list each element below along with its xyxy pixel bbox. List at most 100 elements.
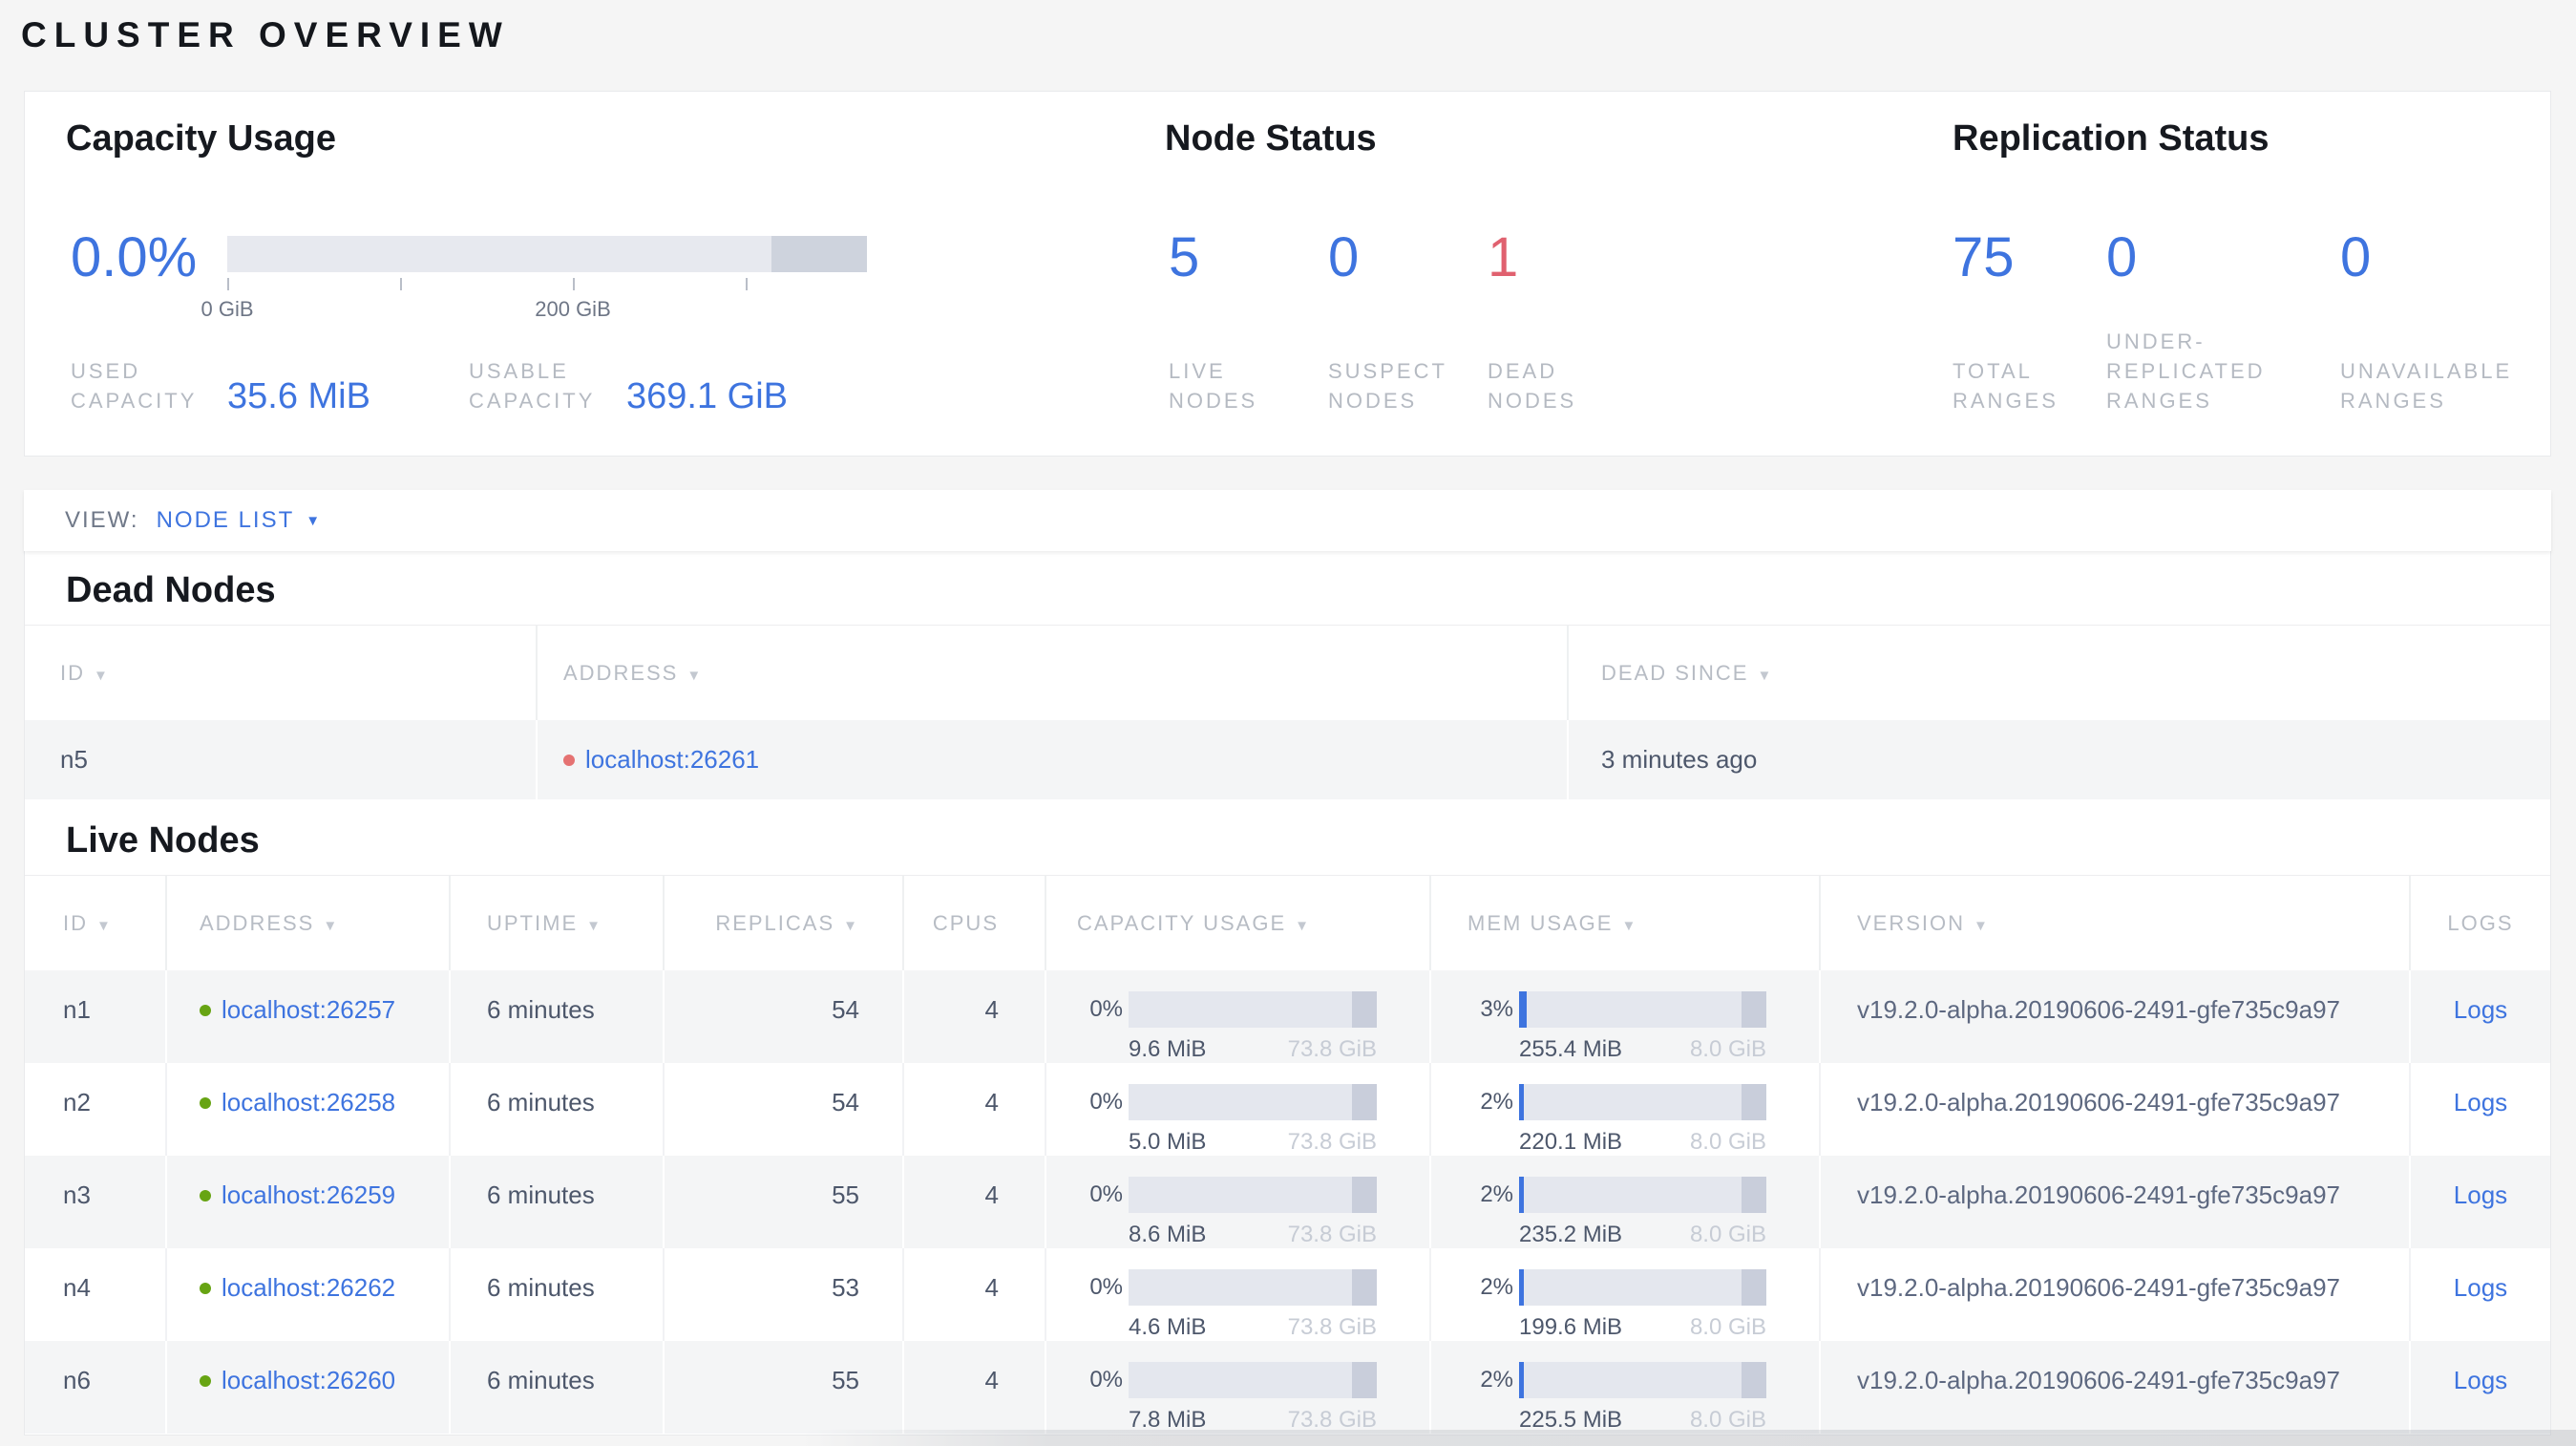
col-label: DEAD SINCE xyxy=(1601,660,1749,685)
logs-link[interactable]: Logs xyxy=(2454,1180,2507,1209)
dead-nodes-count: 1 xyxy=(1488,226,1519,288)
unavailable-ranges-count: 0 xyxy=(2340,226,2372,288)
col-mem-usage[interactable]: MEM USAGE ▼ xyxy=(1429,875,1819,970)
node-cpus: 4 xyxy=(902,1063,1045,1156)
mem-total: 8.0 GiB xyxy=(1689,1314,1766,1340)
mem-bar-fill xyxy=(1519,1362,1525,1398)
capacity-percent: 0% xyxy=(1089,1181,1123,1207)
node-address-link[interactable]: localhost:26262 xyxy=(222,1273,395,1302)
dead-node-address-link[interactable]: localhost:26261 xyxy=(585,745,759,774)
node-address-cell: localhost:26258 xyxy=(165,1063,449,1156)
capacity-bar xyxy=(1129,1177,1377,1213)
mem-bar-fill xyxy=(1519,1084,1525,1120)
col-label: REPLICAS xyxy=(715,910,835,935)
node-address-link[interactable]: localhost:26258 xyxy=(222,1088,395,1116)
view-label: VIEW: xyxy=(65,507,139,533)
col-id[interactable]: ID ▼ xyxy=(25,875,165,970)
node-id: n1 xyxy=(63,995,91,1024)
col-address[interactable]: ADDRESS ▼ xyxy=(165,875,449,970)
dead-col-id[interactable]: ID ▼ xyxy=(25,625,536,720)
col-label: MEM USAGE xyxy=(1467,910,1614,935)
capacity-percent: 0% xyxy=(1089,1089,1123,1115)
live-status-dot-icon xyxy=(200,1375,211,1387)
capacity-usage-title: Capacity Usage xyxy=(66,118,337,159)
used-capacity-value: 35.6 MiB xyxy=(227,376,370,416)
capacity-used: 5.0 MiB xyxy=(1129,1129,1207,1155)
dead-nodes-heading: Dead Nodes xyxy=(66,570,276,610)
usable-capacity-value: 369.1 GiB xyxy=(626,376,788,416)
capacity-used: 4.6 MiB xyxy=(1129,1314,1207,1340)
logs-link[interactable]: Logs xyxy=(2454,995,2507,1024)
dead-node-address-cell: localhost:26261 xyxy=(536,720,1567,799)
live-status-dot-icon xyxy=(200,1190,211,1201)
dead-col-dead-since[interactable]: DEAD SINCE ▼ xyxy=(1567,625,2550,720)
live-nodes-heading: Live Nodes xyxy=(66,820,260,861)
col-uptime[interactable]: UPTIME ▼ xyxy=(449,875,663,970)
live-node-row: n6 localhost:26260 6 minutes 55 4 0% 7.8… xyxy=(25,1341,2550,1434)
logs-link[interactable]: Logs xyxy=(2454,1088,2507,1116)
sort-arrow-icon: ▼ xyxy=(96,917,113,934)
capacity-bar xyxy=(1129,1084,1377,1120)
live-nodes-table: ID ▼ ADDRESS ▼ UPTIME ▼ REPLICAS ▼ CPUS CAPA… xyxy=(25,875,2550,1434)
mem-total: 8.0 GiB xyxy=(1689,1129,1766,1155)
node-cpus: 4 xyxy=(902,1156,1045,1248)
mem-bar-fill xyxy=(1519,1177,1525,1213)
capacity-percent: 0% xyxy=(1089,1274,1123,1300)
logs-link[interactable]: Logs xyxy=(2454,1366,2507,1394)
col-label: ID xyxy=(60,660,85,685)
mem-usage-widget: 2% 199.6 MiB 8.0 GiB xyxy=(1467,1248,1766,1341)
capacity-bar-endcap xyxy=(1352,991,1377,1028)
live-table-header-row: ID ▼ ADDRESS ▼ UPTIME ▼ REPLICAS ▼ CPUS CAPA… xyxy=(25,875,2550,970)
node-version: v19.2.0-alpha.20190606-2491-gfe735c9a97 xyxy=(1819,1156,2409,1248)
capacity-percent: 0% xyxy=(1089,996,1123,1022)
dead-node-dead-since: 3 minutes ago xyxy=(1567,720,2550,799)
dropdown-arrow-icon[interactable]: ▼ xyxy=(306,513,320,529)
node-address-link[interactable]: localhost:26260 xyxy=(222,1366,395,1394)
col-logs: LOGS xyxy=(2409,875,2550,970)
node-address-link[interactable]: localhost:26257 xyxy=(222,995,395,1024)
mem-usage-widget: 2% 235.2 MiB 8.0 GiB xyxy=(1467,1156,1766,1248)
dead-col-address[interactable]: ADDRESS ▼ xyxy=(536,625,1567,720)
mem-used: 199.6 MiB xyxy=(1519,1314,1623,1340)
sort-arrow-icon: ▼ xyxy=(1757,667,1774,684)
node-uptime: 6 minutes xyxy=(449,1248,663,1341)
mem-total: 8.0 GiB xyxy=(1689,1036,1766,1062)
capacity-usage-widget: 0% 5.0 MiB 73.8 GiB xyxy=(1077,1063,1377,1156)
col-replicas[interactable]: REPLICAS ▼ xyxy=(663,875,902,970)
node-cpus: 4 xyxy=(902,970,1045,1063)
col-capacity-usage[interactable]: CAPACITY USAGE ▼ xyxy=(1045,875,1429,970)
capacity-usage-widget: 0% 8.6 MiB 73.8 GiB xyxy=(1077,1156,1377,1248)
node-version: v19.2.0-alpha.20190606-2491-gfe735c9a97 xyxy=(1819,1063,2409,1156)
capacity-used: 9.6 MiB xyxy=(1129,1036,1207,1062)
mem-bar-endcap xyxy=(1742,1269,1766,1306)
capacity-usage-widget: 0% 7.8 MiB 73.8 GiB xyxy=(1077,1341,1377,1434)
view-dropdown[interactable]: NODE LIST xyxy=(157,507,295,534)
node-logs-cell: Logs xyxy=(2409,1063,2550,1156)
node-replicas: 53 xyxy=(663,1248,902,1341)
node-uptime: 6 minutes xyxy=(449,970,663,1063)
dead-nodes-table: ID ▼ ADDRESS ▼ DEAD SINCE ▼ n5 localhost:26… xyxy=(25,625,2550,799)
node-cpus: 4 xyxy=(902,1341,1045,1434)
mem-percent: 2% xyxy=(1480,1274,1513,1300)
suspect-nodes-label: SUSPECT NODES xyxy=(1328,359,1447,413)
node-mem-usage-cell: 3% 255.4 MiB 8.0 GiB xyxy=(1429,970,1819,1063)
capacity-usage-widget: 0% 4.6 MiB 73.8 GiB xyxy=(1077,1248,1377,1341)
node-logs-cell: Logs xyxy=(2409,1156,2550,1248)
sort-arrow-icon: ▼ xyxy=(1974,917,1990,934)
col-label: ADDRESS xyxy=(200,910,315,935)
mem-bar-endcap xyxy=(1742,1084,1766,1120)
node-uptime: 6 minutes xyxy=(449,1063,663,1156)
under-replicated-count: 0 xyxy=(2106,226,2138,288)
node-mem-usage-cell: 2% 220.1 MiB 8.0 GiB xyxy=(1429,1063,1819,1156)
mem-percent: 2% xyxy=(1480,1367,1513,1393)
node-capacity-usage-cell: 0% 8.6 MiB 73.8 GiB xyxy=(1045,1156,1429,1248)
node-mem-usage-cell: 2% 235.2 MiB 8.0 GiB xyxy=(1429,1156,1819,1248)
logs-link[interactable]: Logs xyxy=(2454,1273,2507,1302)
col-version[interactable]: VERSION ▼ xyxy=(1819,875,2409,970)
node-address-link[interactable]: localhost:26259 xyxy=(222,1180,395,1209)
mem-usage-widget: 3% 255.4 MiB 8.0 GiB xyxy=(1467,970,1766,1063)
mem-bar-fill xyxy=(1519,991,1527,1028)
capacity-bar-endcap xyxy=(1352,1177,1377,1213)
live-nodes-count: 5 xyxy=(1169,226,1200,288)
mem-bar xyxy=(1519,991,1766,1028)
